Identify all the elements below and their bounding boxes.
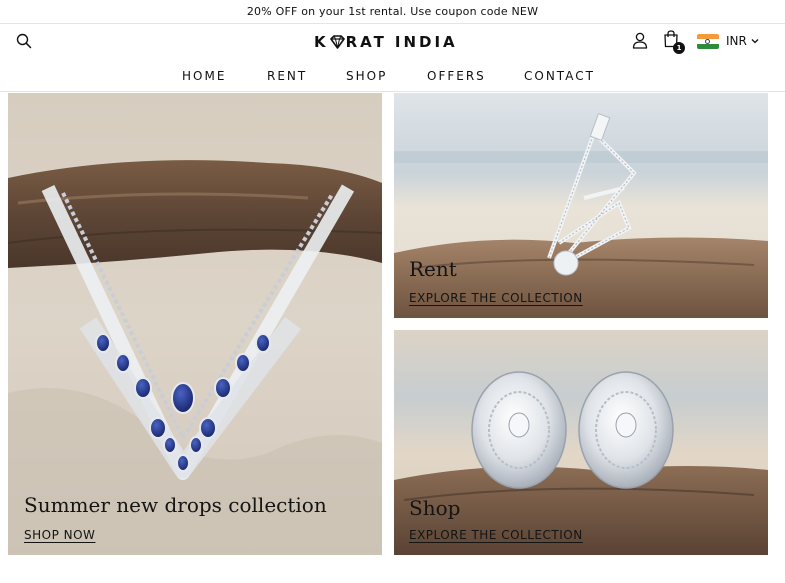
search-icon — [16, 33, 32, 49]
summer-collection-tile[interactable]: Summer new drops collection SHOP NOW — [8, 93, 382, 555]
main-nav: HOME RENT SHOP OFFERS CONTACT — [0, 64, 785, 92]
chevron-down-icon — [751, 39, 759, 44]
shop-explore-link[interactable]: EXPLORE THE COLLECTION — [409, 528, 583, 542]
account-icon — [632, 32, 648, 49]
rent-explore-link[interactable]: EXPLORE THE COLLECTION — [409, 291, 583, 305]
necklace-image — [8, 93, 382, 555]
tile-title-shop: Shop — [409, 496, 461, 520]
site-logo[interactable]: K RAT INDIA — [314, 31, 458, 53]
tile-title-rent: Rent — [409, 257, 457, 281]
nav-item-shop[interactable]: SHOP — [346, 69, 387, 83]
currency-label: INR — [726, 34, 747, 48]
logo-diamond-icon — [329, 35, 345, 49]
logo-text-rat: RAT — [345, 33, 387, 51]
currency-selector[interactable]: INR — [697, 32, 759, 50]
logo-text-india: INDIA — [394, 33, 458, 51]
india-flag-icon — [697, 33, 719, 49]
nav-item-offers[interactable]: OFFERS — [427, 69, 486, 83]
logo-text-k: K — [314, 33, 329, 51]
nav-item-contact[interactable]: CONTACT — [524, 69, 595, 83]
earrings-image — [394, 330, 768, 555]
cart-button[interactable]: 1 — [663, 30, 685, 54]
tile-title-summer: Summer new drops collection — [24, 493, 327, 517]
shop-now-link[interactable]: SHOP NOW — [24, 528, 95, 542]
rent-tile[interactable]: Rent EXPLORE THE COLLECTION — [394, 93, 768, 318]
site-header: K RAT INDIA 1 INR — [0, 24, 785, 60]
account-button[interactable] — [632, 32, 648, 49]
nav-item-rent[interactable]: RENT — [267, 69, 307, 83]
announcement-bar: 20% OFF on your 1st rental. Use coupon c… — [0, 0, 785, 24]
cart-count-badge: 1 — [673, 42, 685, 54]
shop-tile[interactable]: Shop EXPLORE THE COLLECTION — [394, 330, 768, 555]
nav-item-home[interactable]: HOME — [182, 69, 226, 83]
ring-image — [394, 93, 768, 318]
search-button[interactable] — [16, 33, 32, 49]
announcement-text: 20% OFF on your 1st rental. Use coupon c… — [246, 5, 539, 18]
